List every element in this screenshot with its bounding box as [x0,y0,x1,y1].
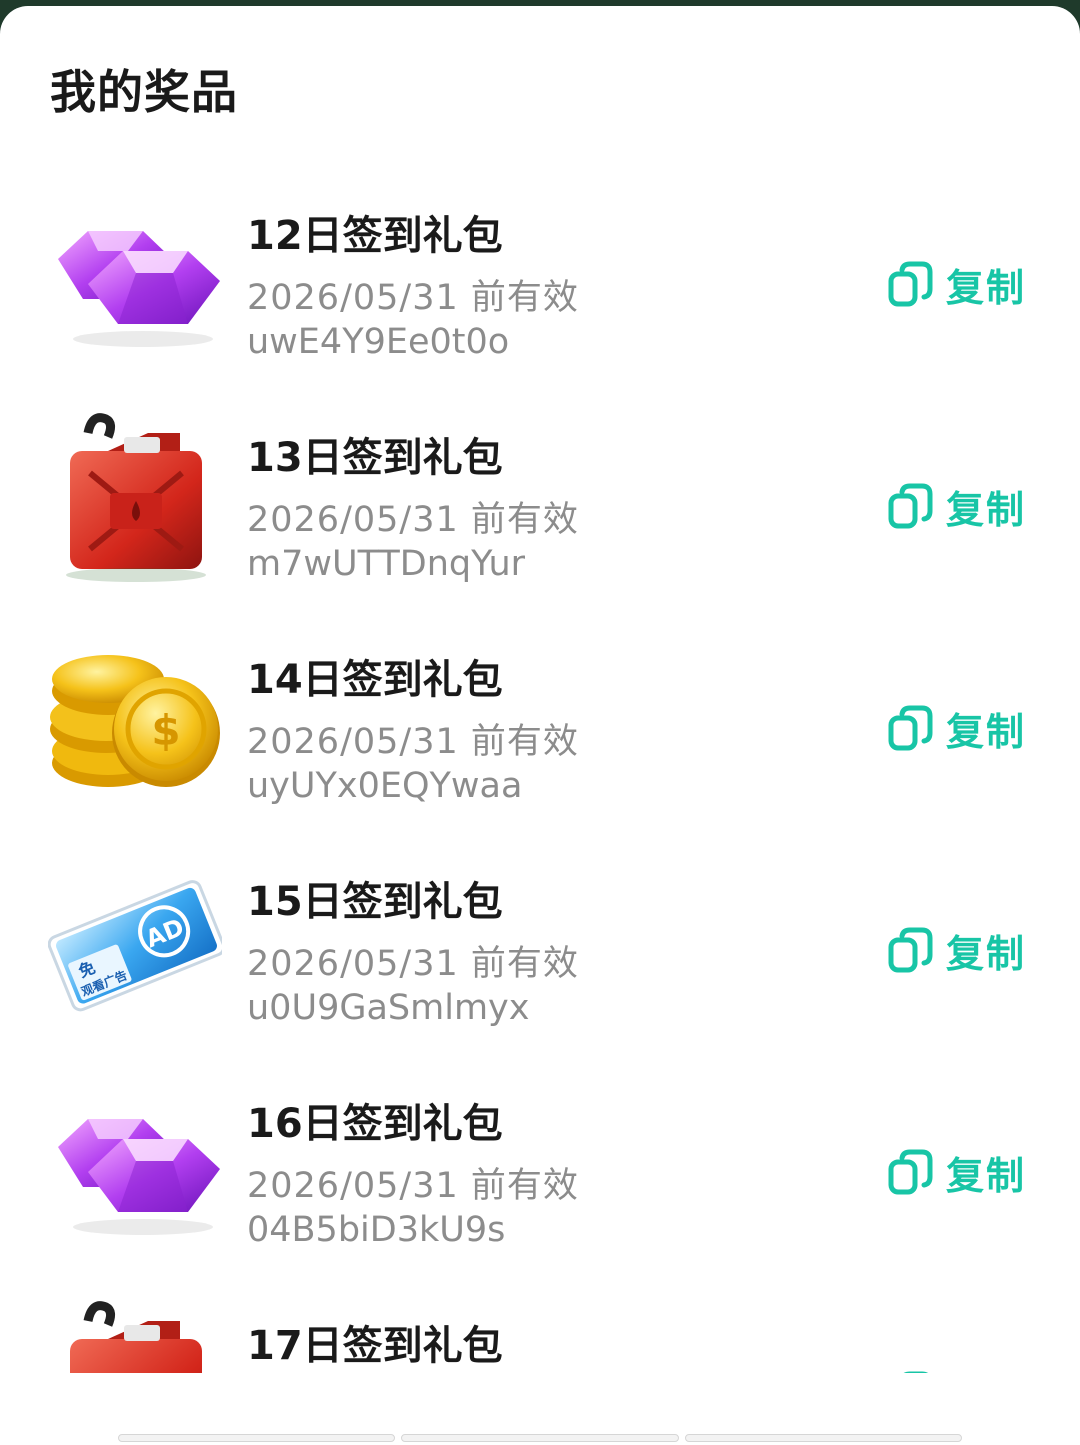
purple-gem-icon [48,189,222,363]
gold-coins-icon: $ [48,633,222,807]
copy-label: 复制 [946,709,1027,754]
prize-expiry: 2026/05/31 前有效 [247,500,579,540]
copy-button[interactable]: 复制 [888,1145,1026,1199]
bottom-tab-strip [118,1434,962,1442]
prize-name: 15日签到礼包 [247,879,503,925]
copy-button[interactable]: 复制 [888,479,1026,533]
prize-name: 16日签到礼包 [247,1101,503,1147]
copy-icon [888,1149,934,1195]
ad-free-ticket-icon: AD 免 观看广告 [48,855,222,1029]
prize-item: $ 14日签到礼包 2026/05/31 前有效 uyUYx0EQYwaa 复制 [0,625,1080,847]
purple-gem-icon [48,1077,222,1251]
copy-label: 复制 [946,265,1027,310]
copy-button[interactable]: 复制 [888,257,1026,311]
prize-expiry: 2026/05/31 前有效 [247,1166,579,1206]
fuel-can-icon [48,411,222,585]
prize-item: 13日签到礼包 2026/05/31 前有效 m7wUTTDnqYur 复制 [0,403,1080,625]
copy-label: 复制 [946,1153,1027,1198]
copy-label: 复制 [946,931,1027,976]
copy-icon [888,261,934,307]
prize-item: 17日签到礼包 复制 [0,1291,1080,1373]
prize-code: u0U9GaSmlmyx [247,988,530,1028]
prize-code: 04B5biD3kU9s [247,1210,506,1250]
copy-button[interactable]: 复制 [888,1367,1026,1373]
copy-icon [888,705,934,751]
page-title: 我的奖品 [50,65,238,119]
prize-item: 16日签到礼包 2026/05/31 前有效 04B5biD3kU9s 复制 [0,1069,1080,1291]
prize-code: m7wUTTDnqYur [247,544,526,584]
prize-code: uwE4Y9Ee0t0o [247,322,510,362]
prize-item: AD 免 观看广告 15日签到礼包 2026/05/31 前有效 u0U9GaS… [0,847,1080,1069]
prize-name: 14日签到礼包 [247,657,503,703]
prize-list[interactable]: 12日签到礼包 2026/05/31 前有效 uwE4Y9Ee0t0o 复制 1… [0,181,1080,1373]
fuel-can-icon [48,1299,222,1373]
copy-label: 复制 [946,487,1027,532]
prize-expiry: 2026/05/31 前有效 [247,944,579,984]
copy-icon [888,483,934,529]
prize-code: uyUYx0EQYwaa [247,766,523,806]
prize-name: 12日签到礼包 [247,213,503,259]
copy-button[interactable]: 复制 [888,701,1026,755]
prizes-sheet: 我的奖品 12日签到礼包 2026/05/31 前有效 uwE4Y9Ee0t0o… [0,6,1080,1445]
prize-name: 13日签到礼包 [247,435,503,481]
bottom-tab[interactable] [684,1434,962,1442]
prize-expiry: 2026/05/31 前有效 [247,722,579,762]
bottom-tab[interactable] [401,1434,679,1442]
copy-label: 复制 [946,1367,1026,1374]
prize-name: 17日签到礼包 [247,1323,503,1369]
copy-icon [888,927,934,973]
prize-item: 12日签到礼包 2026/05/31 前有效 uwE4Y9Ee0t0o 复制 [0,181,1080,403]
svg-text:$: $ [151,706,180,755]
bottom-tab[interactable] [118,1434,396,1442]
prize-expiry: 2026/05/31 前有效 [247,278,579,318]
copy-icon [888,1371,934,1373]
copy-button[interactable]: 复制 [888,923,1026,977]
